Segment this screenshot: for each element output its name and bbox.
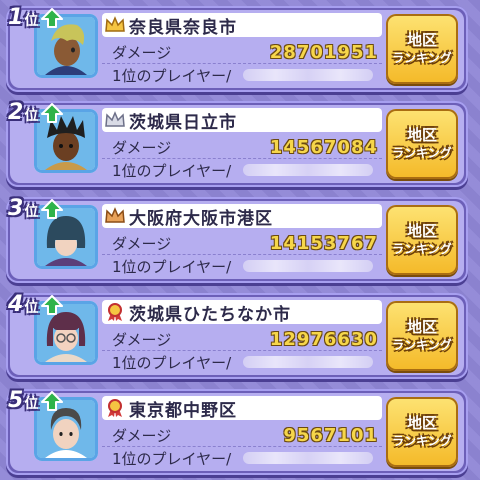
top-player-row: 1位のプレイヤー/: [102, 64, 382, 86]
blurred-player-name: [243, 164, 374, 176]
top-player-row: 1位のプレイヤー/: [102, 159, 382, 181]
area-title-bar: 東京都中野区: [102, 396, 382, 421]
ranking-card-1: 1 位 奈良県奈良市 ダメージ 28701951 1位のプレイヤー/ 地区 ラン…: [6, 6, 468, 92]
top-player-row: 1位のプレイヤー/: [102, 351, 382, 373]
rank-number: 2: [8, 100, 24, 125]
rank-up-arrow-icon: [41, 391, 64, 411]
ranking-card-2: 2 位 茨城県日立市 ダメージ 14567084 1位のプレイヤー/ 地区 ラン…: [6, 101, 468, 187]
area-name: 奈良県奈良市: [129, 17, 237, 38]
rank-suffix: 位: [24, 204, 39, 220]
rank-indicator: 3 位: [8, 195, 64, 221]
area-ranking-button[interactable]: 地区 ランキング: [386, 205, 458, 275]
area-title-bar: 茨城県ひたちなか市: [102, 300, 382, 325]
rank-up-arrow-icon: [41, 199, 64, 219]
rank-number: 5: [8, 388, 24, 413]
top-player-label: 1位のプレイヤー/: [112, 353, 232, 372]
area-ranking-button[interactable]: 地区 ランキング: [386, 109, 458, 179]
rank-indicator: 1 位: [8, 4, 64, 30]
damage-value: 28701951: [269, 41, 378, 63]
damage-value: 12976630: [269, 328, 378, 350]
area-ranking-button[interactable]: 地区 ランキング: [386, 14, 458, 84]
damage-label: ダメージ: [112, 43, 172, 62]
rank-number: 3: [8, 196, 24, 221]
top-player-label: 1位のプレイヤー/: [112, 161, 232, 180]
area-title-bar: 茨城県日立市: [102, 108, 382, 133]
area-title-bar: 大阪府大阪市港区: [102, 204, 382, 229]
area-button-line1: 地区: [406, 318, 437, 336]
area-name: 茨城県日立市: [129, 112, 237, 133]
area-button-line2: ランキング: [392, 338, 452, 352]
rank-indicator: 4 位: [8, 291, 64, 317]
area-button-line1: 地区: [406, 126, 437, 144]
area-title-bar: 奈良県奈良市: [102, 13, 382, 38]
blurred-player-name: [243, 260, 374, 272]
damage-row: ダメージ 12976630: [102, 328, 382, 351]
damage-row: ダメージ 14153767: [102, 232, 382, 255]
rank-number: 1: [8, 5, 24, 30]
damage-label: ダメージ: [112, 234, 172, 253]
ribbon-medal-icon: [108, 399, 122, 417]
damage-value: 9567101: [283, 424, 378, 446]
damage-row: ダメージ 14567084: [102, 136, 382, 159]
bronze-crown-icon: [105, 207, 125, 223]
ranking-card-5: 5 位 東京都中野区 ダメージ 9567101 1位のプレイヤー/ 地区 ランキ…: [6, 389, 468, 475]
damage-row: ダメージ 9567101: [102, 424, 382, 447]
damage-value: 14567084: [269, 136, 378, 158]
area-button-line2: ランキング: [392, 146, 452, 160]
rank-suffix: 位: [24, 13, 39, 29]
area-button-line1: 地区: [406, 31, 437, 49]
blurred-player-name: [243, 69, 374, 81]
rank-suffix: 位: [24, 300, 39, 316]
ranking-card-4: 4 位 茨城県ひたちなか市 ダメージ 12976630 1位のプレイヤー/ 地区: [6, 293, 468, 379]
rank-suffix: 位: [24, 396, 39, 412]
area-button-line2: ランキング: [392, 434, 452, 448]
rank-up-arrow-icon: [41, 103, 64, 123]
area-ranking-button[interactable]: 地区 ランキング: [386, 397, 458, 467]
damage-label: ダメージ: [112, 426, 172, 445]
blurred-player-name: [243, 452, 374, 464]
rank-number: 4: [8, 292, 24, 317]
rank-up-arrow-icon: [41, 8, 64, 28]
top-player-label: 1位のプレイヤー/: [112, 257, 232, 276]
area-button-line2: ランキング: [392, 242, 452, 256]
blurred-player-name: [243, 356, 374, 368]
rank-up-arrow-icon: [41, 295, 64, 315]
top-player-label: 1位のプレイヤー/: [112, 66, 232, 85]
ribbon-medal-icon: [108, 303, 122, 321]
top-player-row: 1位のプレイヤー/: [102, 447, 382, 469]
damage-label: ダメージ: [112, 330, 172, 349]
area-button-line1: 地区: [406, 414, 437, 432]
gold-crown-icon: [105, 16, 125, 32]
ranking-card-3: 3 位 大阪府大阪市港区 ダメージ 14153767 1位のプレイヤー/ 地区 …: [6, 197, 468, 283]
damage-row: ダメージ 28701951: [102, 41, 382, 64]
area-name: 茨城県ひたちなか市: [129, 304, 291, 325]
rank-indicator: 2 位: [8, 99, 64, 125]
area-ranking-button[interactable]: 地区 ランキング: [386, 301, 458, 371]
area-button-line2: ランキング: [392, 51, 452, 65]
top-player-row: 1位のプレイヤー/: [102, 255, 382, 277]
damage-value: 14153767: [269, 232, 378, 254]
silver-crown-icon: [105, 111, 125, 127]
area-button-line1: 地区: [406, 222, 437, 240]
rank-indicator: 5 位: [8, 387, 64, 413]
damage-label: ダメージ: [112, 138, 172, 157]
area-name: 東京都中野区: [129, 400, 237, 421]
rank-suffix: 位: [24, 108, 39, 124]
top-player-label: 1位のプレイヤー/: [112, 449, 232, 468]
area-name: 大阪府大阪市港区: [129, 208, 273, 229]
